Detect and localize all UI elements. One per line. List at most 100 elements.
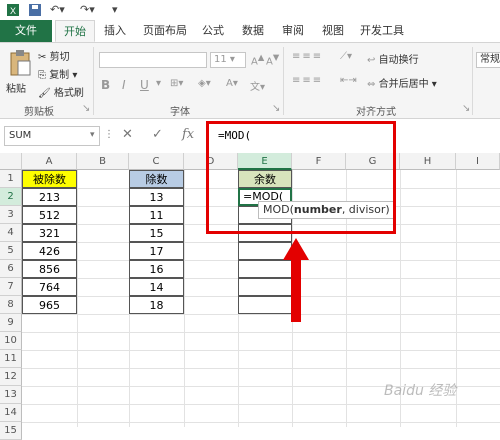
row-header[interactable]: 4 bbox=[0, 224, 22, 242]
table-cell[interactable]: 512 bbox=[22, 206, 77, 224]
redo-icon[interactable]: ↷▾ bbox=[80, 3, 95, 17]
borders-icon[interactable]: ⊞▾ bbox=[170, 78, 183, 89]
tab-developer[interactable]: 开发工具 bbox=[358, 20, 406, 42]
alignment-launcher-icon[interactable]: ↘ bbox=[462, 103, 470, 114]
undo-icon[interactable]: ↶▾ bbox=[50, 3, 65, 17]
gridline bbox=[22, 368, 500, 369]
highlight-box bbox=[206, 121, 396, 234]
ribbon-tabs: 文件 开始 插入 页面布局 公式 数据 审阅 视图 开发工具 bbox=[0, 20, 500, 42]
ribbon: 粘贴 ✂ 剪切 ⎘ 复制 ▾ 🖌 格式刷 剪贴板 ↘ 11 ▾ A▲ A▼ B … bbox=[0, 42, 500, 119]
horizontal-align-icons[interactable]: ≡≡≡ bbox=[292, 75, 323, 86]
column-header-i[interactable]: I bbox=[456, 153, 500, 170]
name-box[interactable]: SUM bbox=[4, 126, 100, 146]
tab-view[interactable]: 视图 bbox=[318, 20, 348, 42]
table-cell[interactable]: 15 bbox=[129, 224, 184, 242]
grow-font-icon[interactable]: A▲ bbox=[251, 52, 264, 67]
paste-button[interactable] bbox=[8, 49, 32, 80]
cell-a1-header[interactable]: 被除数 bbox=[22, 170, 77, 188]
font-color-icon[interactable]: A▾ bbox=[226, 78, 238, 89]
orientation-icon[interactable]: ⟋▾ bbox=[340, 51, 352, 62]
row-header[interactable]: 5 bbox=[0, 242, 22, 260]
row-header[interactable]: 9 bbox=[0, 314, 22, 332]
table-cell[interactable]: 764 bbox=[22, 278, 77, 296]
select-all-corner[interactable] bbox=[0, 153, 22, 170]
row-header[interactable]: 13 bbox=[0, 386, 22, 404]
vertical-align-icons[interactable]: ≡≡≡ bbox=[292, 51, 323, 62]
table-cell[interactable]: 18 bbox=[129, 296, 184, 314]
row-header[interactable]: 14 bbox=[0, 404, 22, 422]
font-size-value: 11 bbox=[214, 54, 227, 65]
shrink-font-icon[interactable]: A▼ bbox=[266, 52, 279, 67]
font-name-combo[interactable] bbox=[99, 52, 207, 68]
tab-insert[interactable]: 插入 bbox=[100, 20, 130, 42]
indent-icons[interactable]: ⇤⇥ bbox=[340, 75, 357, 86]
gridline bbox=[22, 404, 500, 405]
insert-function-icon[interactable]: fx bbox=[182, 127, 194, 142]
clipboard-launcher-icon[interactable]: ↘ bbox=[82, 103, 90, 114]
table-cell[interactable]: 13 bbox=[129, 188, 184, 206]
fill-color-icon[interactable]: ◈▾ bbox=[198, 78, 211, 89]
tab-home[interactable]: 开始 bbox=[55, 20, 95, 42]
enter-icon[interactable]: ✓ bbox=[152, 127, 163, 142]
column-header-a[interactable]: A bbox=[22, 153, 77, 170]
cell-c1-header[interactable]: 除数 bbox=[129, 170, 184, 188]
cut-label: 剪切 bbox=[49, 52, 70, 63]
merge-center-button[interactable]: ⇔ 合并后居中 ▾ bbox=[367, 75, 437, 90]
table-cell[interactable]: 321 bbox=[22, 224, 77, 242]
row-header[interactable]: 8 bbox=[0, 296, 22, 314]
copy-button[interactable]: ⎘ 复制 ▾ bbox=[38, 66, 77, 81]
save-icon[interactable] bbox=[28, 3, 42, 17]
number-format-combo[interactable]: 常规 bbox=[476, 52, 500, 68]
row-header[interactable]: 1 bbox=[0, 170, 22, 188]
row-header[interactable]: 11 bbox=[0, 350, 22, 368]
tab-page-layout[interactable]: 页面布局 bbox=[137, 20, 193, 42]
copy-label: 复制 bbox=[49, 70, 70, 81]
wrap-text-button[interactable]: ↩ 自动换行 bbox=[367, 51, 419, 66]
table-cell[interactable]: 213 bbox=[22, 188, 77, 206]
underline-dropdown-icon[interactable]: ▾ bbox=[156, 78, 161, 89]
bold-button[interactable]: B bbox=[101, 78, 110, 92]
tab-file[interactable]: 文件 bbox=[0, 20, 52, 42]
merge-icon: ⇔ bbox=[367, 79, 376, 90]
quick-access-toolbar: X ↶▾ ↷▾ ▾ bbox=[0, 0, 500, 20]
customize-icon[interactable]: ▾ bbox=[112, 3, 118, 17]
table-cell[interactable]: 14 bbox=[129, 278, 184, 296]
row-header[interactable]: 12 bbox=[0, 368, 22, 386]
paintbrush-icon: 🖌 bbox=[38, 88, 51, 99]
cancel-icon[interactable]: ✕ bbox=[122, 127, 133, 142]
tab-data[interactable]: 数据 bbox=[238, 20, 268, 42]
row-header[interactable]: 15 bbox=[0, 422, 22, 440]
row-header[interactable]: 2 bbox=[0, 188, 22, 206]
underline-button[interactable]: U bbox=[140, 78, 149, 92]
row-header[interactable]: 3 bbox=[0, 206, 22, 224]
table-cell[interactable]: 965 bbox=[22, 296, 77, 314]
column-header-b[interactable]: B bbox=[77, 153, 129, 170]
table-cell[interactable]: 856 bbox=[22, 260, 77, 278]
table-cell[interactable]: 11 bbox=[129, 206, 184, 224]
italic-button[interactable]: I bbox=[122, 78, 126, 92]
font-size-combo[interactable]: 11 ▾ bbox=[210, 52, 246, 68]
column-header-c[interactable]: C bbox=[129, 153, 184, 170]
tab-review[interactable]: 审阅 bbox=[278, 20, 308, 42]
gridline bbox=[22, 350, 500, 351]
wrap-text-label: 自动换行 bbox=[378, 55, 419, 66]
name-box-dropdown-icon[interactable]: ▾ bbox=[90, 130, 95, 140]
row-header[interactable]: 7 bbox=[0, 278, 22, 296]
table-cell[interactable]: 17 bbox=[129, 242, 184, 260]
resize-handle-icon[interactable]: ⋮ bbox=[104, 129, 114, 140]
gridline bbox=[184, 170, 185, 427]
table-cell[interactable]: 16 bbox=[129, 260, 184, 278]
tab-formulas[interactable]: 公式 bbox=[198, 20, 228, 42]
excel-logo-icon: X bbox=[6, 3, 20, 17]
format-painter-button[interactable]: 🖌 格式刷 bbox=[38, 84, 84, 99]
row-header[interactable]: 10 bbox=[0, 332, 22, 350]
paste-label[interactable]: 粘贴 bbox=[6, 80, 26, 95]
phonetic-icon[interactable]: 文▾ bbox=[250, 78, 265, 93]
paste-icon bbox=[10, 50, 31, 76]
column-header-h[interactable]: H bbox=[400, 153, 456, 170]
font-launcher-icon[interactable]: ↘ bbox=[272, 103, 280, 114]
row-header[interactable]: 6 bbox=[0, 260, 22, 278]
table-cell[interactable]: 426 bbox=[22, 242, 77, 260]
cut-button[interactable]: ✂ 剪切 bbox=[38, 48, 70, 63]
alignment-group-label: 对齐方式 bbox=[356, 107, 396, 118]
